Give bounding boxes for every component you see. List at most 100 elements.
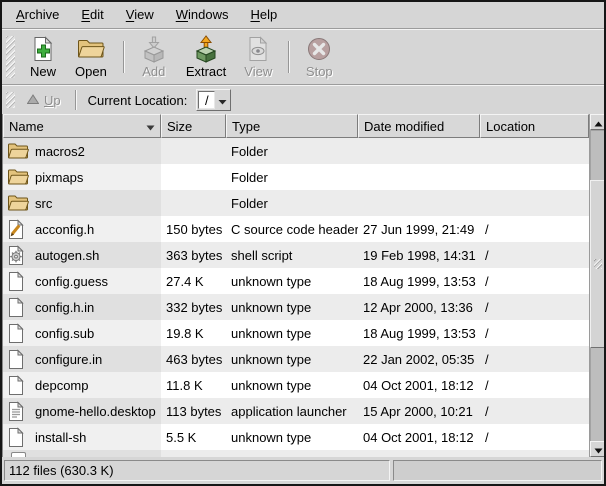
- column-header-label: Size: [167, 119, 192, 134]
- name-cell: configure.in: [3, 346, 161, 372]
- name-cell: install-sh: [3, 424, 161, 450]
- location-cell: [480, 164, 589, 190]
- size-cell: 150 bytes: [161, 216, 226, 242]
- document-icon: [7, 427, 29, 447]
- name-cell: config.sub: [3, 320, 161, 346]
- table-row[interactable]: config.sub19.8 Kunknown type18 Aug 1999,…: [3, 320, 589, 346]
- column-header-type[interactable]: Type: [226, 114, 358, 138]
- name-cell: src: [3, 190, 161, 216]
- vertical-scrollbar[interactable]: [589, 114, 606, 457]
- table-row[interactable]: acconfig.h150 bytesC source code header2…: [3, 216, 589, 242]
- size-cell: 463 bytes: [161, 346, 226, 372]
- date-cell: 18 Aug 1999, 13:53: [358, 320, 480, 346]
- open-button[interactable]: Open: [68, 33, 114, 81]
- location-cell: /: [480, 320, 589, 346]
- menu-edit[interactable]: Edit: [70, 2, 114, 28]
- location-cell: /: [480, 372, 589, 398]
- new-button[interactable]: New: [22, 33, 64, 81]
- type-cell: application launcher: [226, 398, 358, 424]
- column-header-size[interactable]: Size: [161, 114, 226, 138]
- size-cell: 332 bytes: [161, 294, 226, 320]
- document-icon: [11, 452, 26, 457]
- location-cell: [480, 138, 589, 164]
- size-cell: [161, 190, 226, 216]
- scrollbar-trough[interactable]: [590, 130, 606, 441]
- location-bar-drag-handle[interactable]: [6, 92, 15, 108]
- table-row[interactable]: depcomp11.8 Kunknown type04 Oct 2001, 18…: [3, 372, 589, 398]
- launcher-icon: [7, 401, 29, 421]
- size-cell: 5.5 K: [161, 424, 226, 450]
- menu-view[interactable]: View: [115, 2, 165, 28]
- location-cell: /: [480, 424, 589, 450]
- combo-dropdown-button[interactable]: [215, 91, 229, 109]
- name-cell: depcomp: [3, 372, 161, 398]
- scrollbar-thumb[interactable]: [590, 180, 606, 348]
- menu-help[interactable]: Help: [239, 2, 288, 28]
- name-cell: config.h.in: [3, 294, 161, 320]
- table-row[interactable]: configure.in463 bytesunknown type22 Jan …: [3, 346, 589, 372]
- table-row[interactable]: autogen.sh363 bytesshell script19 Feb 19…: [3, 242, 589, 268]
- toolbar-button-label: Open: [75, 64, 107, 79]
- date-cell: 04 Oct 2001, 18:12: [358, 372, 480, 398]
- table-row[interactable]: gnome-hello.desktop 113 bytesapplication …: [3, 398, 589, 424]
- location-cell: /: [480, 346, 589, 372]
- type-cell: Folder: [226, 138, 358, 164]
- date-cell: 12 Apr 2000, 13:36: [358, 294, 480, 320]
- arrow-up-icon: [594, 115, 603, 130]
- folder-icon: [7, 167, 29, 187]
- size-cell: [161, 138, 226, 164]
- type-cell: Folder: [226, 190, 358, 216]
- column-header-name[interactable]: Name: [3, 114, 161, 138]
- file-name: gnome-hello.desktop: [35, 404, 156, 419]
- toolbar-drag-handle[interactable]: [6, 36, 15, 78]
- table-row[interactable]: src Folder: [3, 190, 589, 216]
- file-list-main: Name Size TypeDate modifiedLocation macro…: [3, 114, 589, 457]
- extract-button[interactable]: Extract: [179, 33, 233, 81]
- menu-bar: ArchiveEditViewWindowsHelp: [2, 2, 604, 28]
- table-row[interactable]: config.guess27.4 Kunknown type18 Aug 199…: [3, 268, 589, 294]
- location-cell: /: [480, 398, 589, 424]
- file-name: config.h.in: [35, 300, 94, 315]
- size-cell: 113 bytes: [161, 398, 226, 424]
- folder-icon: [7, 193, 29, 213]
- table-row[interactable]: config.h.in332 bytesunknown type12 Apr 2…: [3, 294, 589, 320]
- scroll-down-button[interactable]: [590, 441, 606, 457]
- type-cell: unknown type: [226, 320, 358, 346]
- menu-windows[interactable]: Windows: [165, 2, 240, 28]
- up-button-label: Up: [44, 93, 61, 108]
- file-name: acconfig.h: [35, 222, 94, 237]
- current-location-label: Current Location:: [88, 93, 188, 108]
- status-secondary-panel: [393, 460, 602, 481]
- toolbar-button-label: Stop: [306, 64, 333, 79]
- name-cell: gnome-hello.desktop: [3, 398, 161, 424]
- file-name: macros2: [35, 144, 85, 159]
- table-row[interactable]: macros2 Folder: [3, 138, 589, 164]
- toolbar-button-label: Add: [142, 64, 165, 79]
- table-row[interactable]: install-sh5.5 Kunknown type04 Oct 2001, …: [3, 424, 589, 450]
- file-name: depcomp: [35, 378, 88, 393]
- column-header-date-modified[interactable]: Date modified: [358, 114, 480, 138]
- name-cell: config.guess: [3, 268, 161, 294]
- script-icon: [7, 245, 29, 265]
- scroll-up-button[interactable]: [590, 114, 606, 130]
- table-row[interactable]: pixmapsFolder: [3, 164, 589, 190]
- date-cell: [358, 138, 480, 164]
- date-cell: 22 Jan 2002, 05:35: [358, 346, 480, 372]
- file-rows: macros2 Folder pixmapsFolder src Folder ac…: [3, 138, 589, 457]
- type-cell: shell script: [226, 242, 358, 268]
- date-cell: 15 Apr 2000, 10:21: [358, 398, 480, 424]
- size-cell: 19.8 K: [161, 320, 226, 346]
- toolbar-button-label: New: [30, 64, 56, 79]
- document-icon: [7, 297, 29, 317]
- folder-icon: [7, 141, 29, 161]
- thumb-grip-icon: [594, 259, 602, 269]
- file-name: src: [35, 196, 52, 211]
- chevron-down-icon: [218, 93, 227, 108]
- type-cell: unknown type: [226, 268, 358, 294]
- location-combobox[interactable]: /: [196, 89, 231, 111]
- file-name: install-sh: [35, 430, 86, 445]
- name-cell: [3, 450, 161, 457]
- column-header-location[interactable]: Location: [480, 114, 589, 138]
- date-cell: 18 Aug 1999, 13:53: [358, 268, 480, 294]
- menu-archive[interactable]: Archive: [5, 2, 70, 28]
